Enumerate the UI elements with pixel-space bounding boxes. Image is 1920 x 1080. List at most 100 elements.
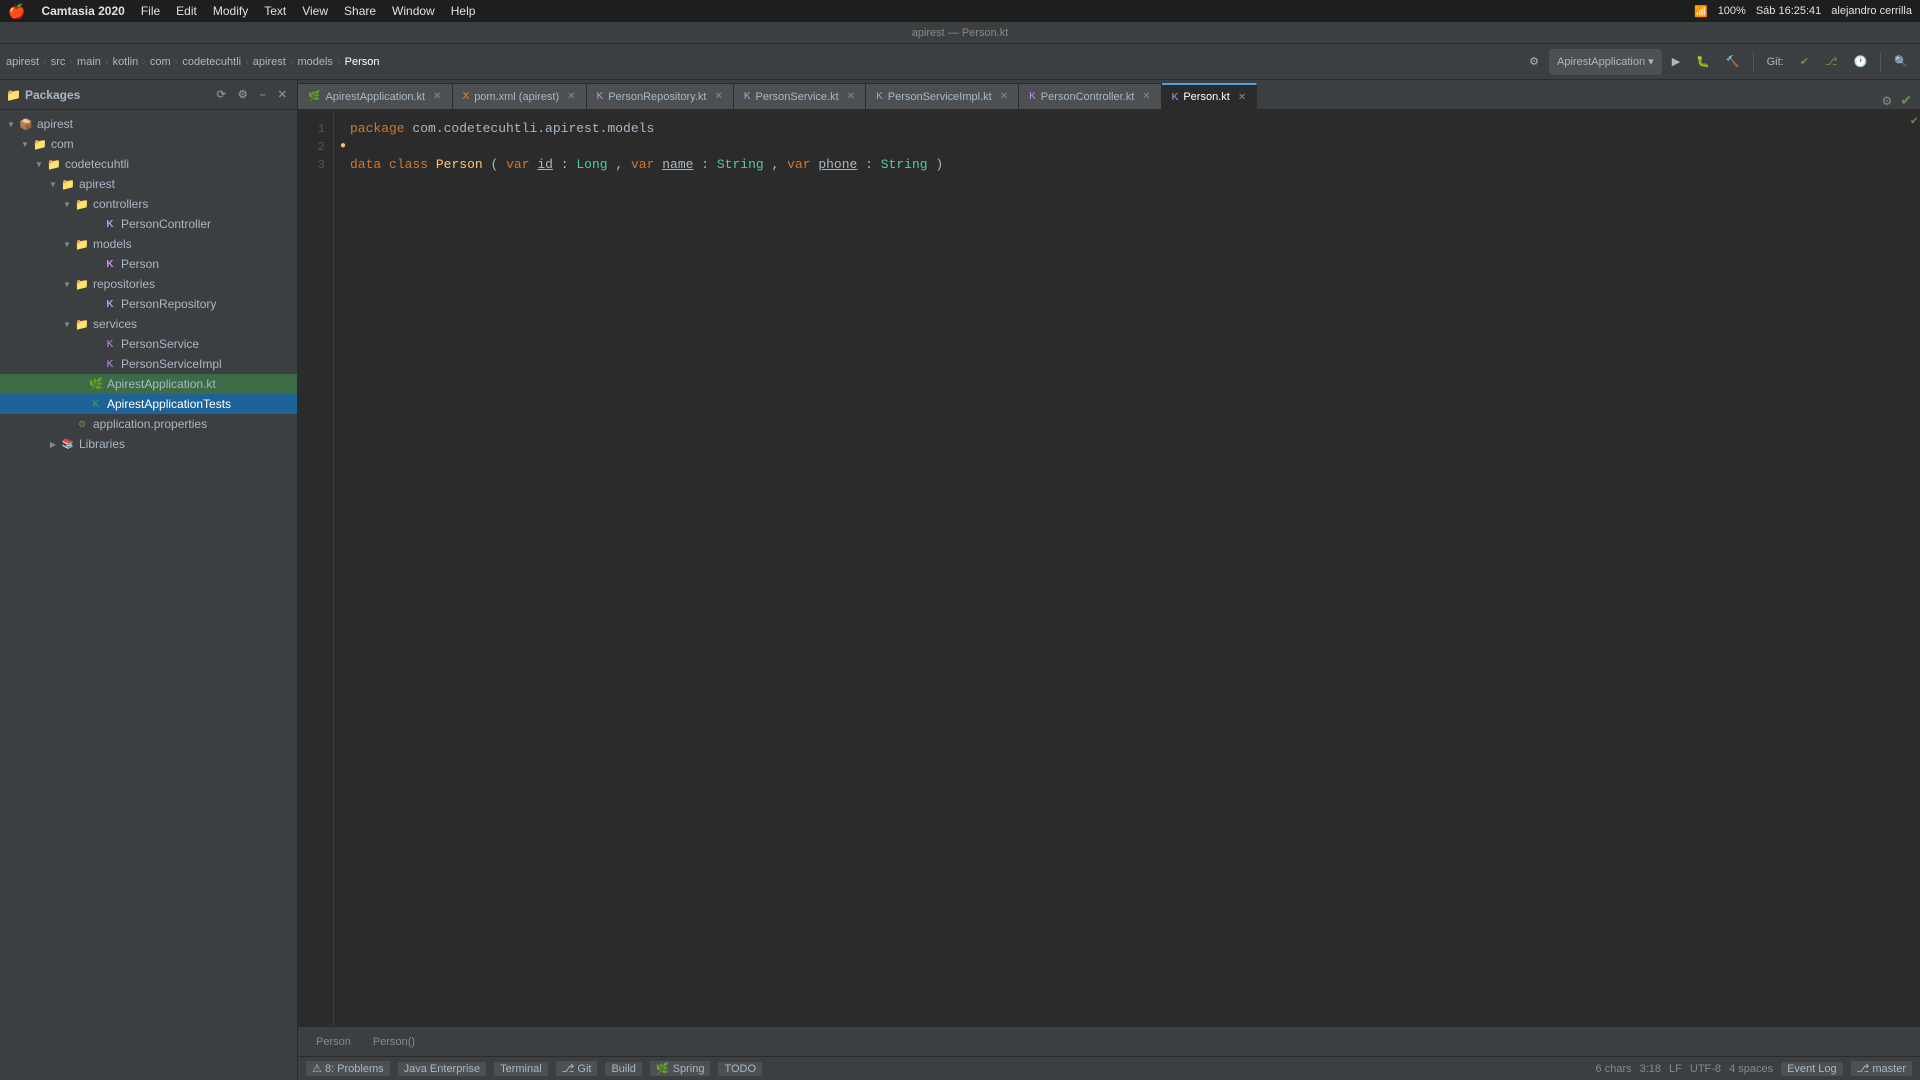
tab-personrepository[interactable]: K PersonRepository.kt ✕ <box>587 83 734 109</box>
paren-open: ( <box>490 157 498 172</box>
app-name[interactable]: Camtasia 2020 <box>41 4 124 18</box>
tree-item-repositories[interactable]: 📁 repositories <box>0 274 297 294</box>
statusbar-terminal[interactable]: Terminal <box>494 1062 548 1076</box>
code-area[interactable]: package com.codetecuhtli.apirest.models … <box>334 110 1908 1026</box>
tree-item-codetecuhtli[interactable]: 📁 codetecuhtli <box>0 154 297 174</box>
tree-item-personservice[interactable]: K PersonService <box>0 334 297 354</box>
tab-person[interactable]: K Person.kt ✕ <box>1162 83 1258 109</box>
tree-label-com: com <box>51 137 74 151</box>
statusbar-branch[interactable]: ⎇ master <box>1851 1061 1912 1076</box>
tab-personcontroller[interactable]: K PersonController.kt ✕ <box>1019 83 1162 109</box>
bc-codetecuhtli[interactable]: codetecuhtli <box>182 56 241 68</box>
statusbar-event-log[interactable]: Event Log <box>1781 1062 1843 1076</box>
menu-file[interactable]: File <box>141 4 160 18</box>
search-button[interactable]: 🔍 <box>1888 49 1914 75</box>
bottom-tab-person[interactable]: Person <box>306 1034 361 1050</box>
run-config-selector[interactable]: ApirestApplication ▾ <box>1549 49 1662 75</box>
tree-item-controllers[interactable]: 📁 controllers <box>0 194 297 214</box>
tab-icon-personcontroller: K <box>1029 91 1036 102</box>
tree-item-models[interactable]: 📁 models <box>0 234 297 254</box>
git-branch-button[interactable]: ⎇ <box>1819 49 1844 75</box>
tree-item-person[interactable]: K Person <box>0 254 297 274</box>
package-name: com.codetecuhtli.apirest.models <box>412 121 654 136</box>
bc-apirest[interactable]: apirest <box>6 56 39 68</box>
editor-settings-icon[interactable]: ⚙ <box>1882 94 1893 108</box>
folder-icon-repositories: 📁 <box>74 276 90 292</box>
menu-help[interactable]: Help <box>451 4 476 18</box>
statusbar-charset: UTF-8 <box>1690 1063 1721 1075</box>
arrow-libraries <box>46 440 60 449</box>
git-history-button[interactable]: 🕐 <box>1848 49 1874 75</box>
tree-label-apirest-root: apirest <box>37 117 73 131</box>
tab-icon-personrepository: K <box>597 91 604 102</box>
kt-icon-apirestapplicationtests: K <box>88 396 104 412</box>
tree-item-personcontroller[interactable]: K PersonController <box>0 214 297 234</box>
ide-wrapper: apirest — Person.kt apirest › src › main… <box>0 22 1920 1080</box>
statusbar-build[interactable]: Build <box>605 1062 641 1076</box>
bc-src[interactable]: src <box>51 56 66 68</box>
menu-text[interactable]: Text <box>264 4 286 18</box>
tree-item-libraries[interactable]: 📚 Libraries <box>0 434 297 454</box>
panel-toolbar-collapse[interactable]: – <box>256 87 270 103</box>
panel-toolbar-close[interactable]: ✕ <box>274 86 291 103</box>
run-button[interactable]: ▶ <box>1666 49 1686 75</box>
bc-apirest2[interactable]: apirest <box>253 56 286 68</box>
menu-view[interactable]: View <box>302 4 328 18</box>
bc-kotlin[interactable]: kotlin <box>113 56 139 68</box>
menu-window[interactable]: Window <box>392 4 435 18</box>
tree-item-apirestapplicationtests[interactable]: K ApirestApplicationTests <box>0 394 297 414</box>
tab-pomxml[interactable]: X pom.xml (apirest) ✕ <box>453 83 587 109</box>
menu-share[interactable]: Share <box>344 4 376 18</box>
toolbar-settings-icon[interactable]: ⚙ <box>1523 49 1545 75</box>
tab-icon-pomxml: X <box>463 91 470 102</box>
build-button[interactable]: 🔨 <box>1720 49 1746 75</box>
tree-label-personserviceimpl: PersonServiceImpl <box>121 357 222 371</box>
apple-menu[interactable]: 🍎 <box>8 3 25 20</box>
tree-item-personserviceimpl[interactable]: K PersonServiceImpl <box>0 354 297 374</box>
statusbar-todo[interactable]: TODO <box>718 1062 762 1076</box>
panel-toolbar-settings[interactable]: ⚙ <box>234 86 252 103</box>
tab-label-apirestapplication: ApirestApplication.kt <box>325 91 425 103</box>
debug-button[interactable]: 🐛 <box>1690 49 1716 75</box>
git-button[interactable]: Git: <box>1761 49 1790 75</box>
colon1: : <box>561 157 577 172</box>
statusbar-git[interactable]: ⎇ Git <box>556 1061 598 1076</box>
tab-close-pomxml[interactable]: ✕ <box>567 91 575 102</box>
bc-main[interactable]: main <box>77 56 101 68</box>
tree-item-com[interactable]: 📁 com <box>0 134 297 154</box>
tab-close-personservice[interactable]: ✕ <box>847 91 855 102</box>
arrow-services <box>60 320 74 329</box>
tab-close-personserviceimpl[interactable]: ✕ <box>1000 91 1008 102</box>
statusbar-java-enterprise[interactable]: Java Enterprise <box>398 1062 486 1076</box>
editor[interactable]: 1 2 3 package com.codetecuhtli.apirest.m… <box>298 110 1920 1026</box>
bc-models[interactable]: models <box>297 56 332 68</box>
tab-personservice[interactable]: K PersonService.kt ✕ <box>734 83 866 109</box>
bc-com[interactable]: com <box>150 56 171 68</box>
tree-item-apirest-root[interactable]: 📦 apirest <box>0 114 297 134</box>
tab-close-person[interactable]: ✕ <box>1238 92 1246 103</box>
tab-close-personcontroller[interactable]: ✕ <box>1142 91 1150 102</box>
panel-toolbar-sync[interactable]: ⟳ <box>213 86 230 103</box>
tree-item-services[interactable]: 📁 services <box>0 314 297 334</box>
tab-personserviceimpl[interactable]: K PersonServiceImpl.kt ✕ <box>866 83 1019 109</box>
tab-apirestapplication[interactable]: 🌿 ApirestApplication.kt ✕ <box>298 83 453 109</box>
tree-label-person: Person <box>121 257 159 271</box>
separator-1 <box>1753 52 1754 72</box>
folder-icon-apirest-inner: 📁 <box>60 176 76 192</box>
git-check-button[interactable]: ✔ <box>1794 49 1815 75</box>
folder-icon-codetecuhtli: 📁 <box>46 156 62 172</box>
tab-close-personrepository[interactable]: ✕ <box>714 91 722 102</box>
tree-label-services: services <box>93 317 137 331</box>
tree-item-apirestapplication[interactable]: 🌿 ApirestApplication.kt <box>0 374 297 394</box>
menu-edit[interactable]: Edit <box>176 4 197 18</box>
statusbar-lf: LF <box>1669 1063 1682 1075</box>
bc-person[interactable]: Person <box>345 56 380 68</box>
bottom-tab-person-constructor[interactable]: Person() <box>363 1034 425 1050</box>
statusbar-spring[interactable]: 🌿 Spring <box>650 1061 711 1076</box>
tree-item-applicationproperties[interactable]: ⚙ application.properties <box>0 414 297 434</box>
statusbar-problems[interactable]: ⚠ 8: Problems <box>306 1061 390 1076</box>
menu-modify[interactable]: Modify <box>213 4 248 18</box>
tree-item-apirest-inner[interactable]: 📁 apirest <box>0 174 297 194</box>
tree-item-personrepository[interactable]: K PersonRepository <box>0 294 297 314</box>
tab-close-apirestapplication[interactable]: ✕ <box>433 91 441 102</box>
